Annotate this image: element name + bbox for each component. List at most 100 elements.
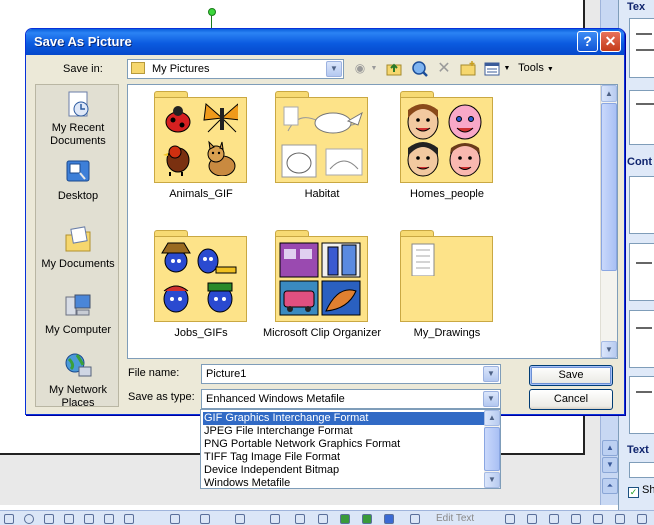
diagram-tool-icon[interactable] xyxy=(84,514,94,524)
scroll-up-icon[interactable]: ▲ xyxy=(484,410,500,426)
edit-text-button[interactable]: Edit Text xyxy=(436,513,474,524)
save-as-picture-dialog: Save As Picture ? ✕ Save in: My Pictures… xyxy=(25,28,625,415)
scroll-down-icon[interactable]: ▼ xyxy=(601,341,617,358)
task-pane-layout-thumb[interactable] xyxy=(629,18,654,78)
file-name-input[interactable]: Picture1 ▼ xyxy=(201,364,501,384)
dropdown-option[interactable]: Device Independent Bitmap xyxy=(203,464,484,477)
network-places-icon xyxy=(63,351,93,381)
shape-style-icon[interactable] xyxy=(384,514,394,524)
arrow-style-icon[interactable] xyxy=(318,514,328,524)
dropdown-option[interactable]: TIFF Tag Image File Format xyxy=(203,451,484,464)
3d-style-icon[interactable] xyxy=(362,514,372,524)
folder-icon xyxy=(131,62,145,74)
task-pane-heading-top: Tex xyxy=(627,1,646,13)
rotation-handle[interactable] xyxy=(208,8,216,16)
dropdown-option[interactable]: GIF Graphics Interchange Format xyxy=(203,412,484,425)
folder-icon xyxy=(154,230,247,322)
scroll-up-icon[interactable]: ▲ xyxy=(601,85,617,102)
close-icon[interactable]: ✕ xyxy=(600,31,621,52)
folder-item[interactable]: Microsoft Clip Organizer xyxy=(260,230,384,345)
tools-menu[interactable]: Tools ▼ xyxy=(516,60,556,78)
folder-item[interactable]: My_Drawings xyxy=(385,230,509,345)
fill-color-icon[interactable] xyxy=(170,514,180,524)
chevron-down-icon[interactable]: ▼ xyxy=(483,391,499,407)
format-wordart-icon[interactable] xyxy=(527,514,537,524)
text-wrapping-icon[interactable] xyxy=(571,514,581,524)
scroll-down-icon[interactable]: ▼ xyxy=(602,457,618,473)
file-list[interactable]: Animals_GIF Habitat Homes_people Jobs_GI… xyxy=(127,84,618,359)
chevron-down-icon[interactable]: ▼ xyxy=(483,366,499,382)
folder-icon xyxy=(154,91,247,183)
task-pane-layout-thumb[interactable] xyxy=(629,243,654,301)
dropdown-option[interactable]: Windows Metafile xyxy=(203,477,484,490)
save-in-dropdown[interactable]: My Pictures ▼ xyxy=(127,59,344,79)
save-as-type-select[interactable]: Enhanced Windows Metafile ▼ xyxy=(201,389,501,409)
help-icon[interactable]: ? xyxy=(577,31,598,52)
chevron-down-icon[interactable]: ▼ xyxy=(326,61,342,77)
folder-item[interactable]: Animals_GIF xyxy=(139,91,263,206)
line-color-icon[interactable] xyxy=(200,514,210,524)
desktop-icon xyxy=(63,157,93,187)
wordart-insert-icon[interactable] xyxy=(410,514,420,524)
save-as-type-dropdown-list[interactable]: GIF Graphics Interchange Format JPEG Fil… xyxy=(200,409,501,489)
cancel-button[interactable]: Cancel xyxy=(529,389,613,410)
font-color-icon[interactable] xyxy=(235,514,245,524)
scroll-up-icon[interactable]: ▲ xyxy=(602,440,618,456)
place-desktop[interactable]: Desktop xyxy=(36,157,120,203)
folder-item[interactable]: Homes_people xyxy=(385,91,509,206)
views-dropdown-icon[interactable]: ▼ xyxy=(503,60,511,78)
show-checkbox[interactable]: ✓Show xyxy=(628,484,654,498)
folder-item[interactable]: Habitat xyxy=(260,91,384,206)
rectangle-tool-icon[interactable] xyxy=(4,514,14,524)
task-pane-layout-thumb[interactable] xyxy=(629,462,654,478)
task-pane-heading-bottom: Text xyxy=(627,444,649,456)
previous-page-icon[interactable]: ⏶ xyxy=(602,478,618,494)
dash-style-icon[interactable] xyxy=(295,514,305,524)
back-dropdown-icon[interactable]: ▼ xyxy=(369,60,379,78)
folder-icon xyxy=(275,230,368,322)
folder-icon xyxy=(275,91,368,183)
dropdown-option[interactable]: PNG Portable Network Graphics Format xyxy=(203,438,484,451)
task-pane-layout-thumb[interactable] xyxy=(629,376,654,434)
search-web-icon[interactable] xyxy=(411,60,429,78)
wordart-gallery-icon[interactable] xyxy=(505,514,515,524)
alignment-icon[interactable] xyxy=(637,514,647,524)
delete-x-icon[interactable]: ✕ xyxy=(435,60,453,78)
place-my-network-places[interactable]: My Network Places xyxy=(36,351,120,410)
same-letter-heights-icon[interactable] xyxy=(593,514,603,524)
scrollbar-thumb[interactable] xyxy=(484,427,500,471)
back-arrow-icon[interactable]: ◉ xyxy=(351,60,369,78)
checkmark-icon[interactable]: ✓ xyxy=(628,487,639,498)
scroll-down-icon[interactable]: ▼ xyxy=(484,472,500,488)
textbox-tool-icon[interactable] xyxy=(44,514,54,524)
line-style-icon[interactable] xyxy=(270,514,280,524)
dropdown-option[interactable]: JPEG File Interchange Format xyxy=(203,425,484,438)
save-in-value: My Pictures xyxy=(152,63,210,75)
place-my-recent-documents[interactable]: My Recent Documents xyxy=(36,89,120,148)
place-my-documents[interactable]: My Documents xyxy=(36,225,120,271)
folder-item[interactable]: Jobs_GIFs xyxy=(139,230,263,345)
save-button[interactable]: Save xyxy=(529,365,613,386)
wordart-tool-icon[interactable] xyxy=(64,514,74,524)
folder-icon xyxy=(400,230,493,322)
picture-tool-icon[interactable] xyxy=(124,514,134,524)
computer-icon xyxy=(63,291,93,321)
clipart-tool-icon[interactable] xyxy=(104,514,114,524)
vertical-text-icon[interactable] xyxy=(615,514,625,524)
new-folder-icon[interactable] xyxy=(459,60,477,78)
oval-tool-icon[interactable] xyxy=(24,514,34,524)
task-pane-layout-thumb[interactable] xyxy=(629,176,654,234)
place-my-computer[interactable]: My Computer xyxy=(36,291,120,337)
task-pane-layout-thumb[interactable] xyxy=(629,90,654,145)
wordart-shape-icon[interactable] xyxy=(549,514,559,524)
file-name-label: File name: xyxy=(128,367,180,379)
views-icon[interactable] xyxy=(483,60,501,78)
shadow-style-icon[interactable] xyxy=(340,514,350,524)
task-pane-layout-thumb[interactable] xyxy=(629,310,654,368)
dropdown-scrollbar[interactable]: ▲ ▼ xyxy=(484,410,500,488)
up-folder-icon[interactable] xyxy=(385,60,403,78)
file-list-scrollbar[interactable]: ▲ ▼ xyxy=(600,85,617,358)
scrollbar-thumb[interactable] xyxy=(601,103,617,271)
title-bar[interactable]: Save As Picture ? ✕ xyxy=(26,29,624,55)
task-pane-heading-mid: Cont xyxy=(627,156,653,168)
